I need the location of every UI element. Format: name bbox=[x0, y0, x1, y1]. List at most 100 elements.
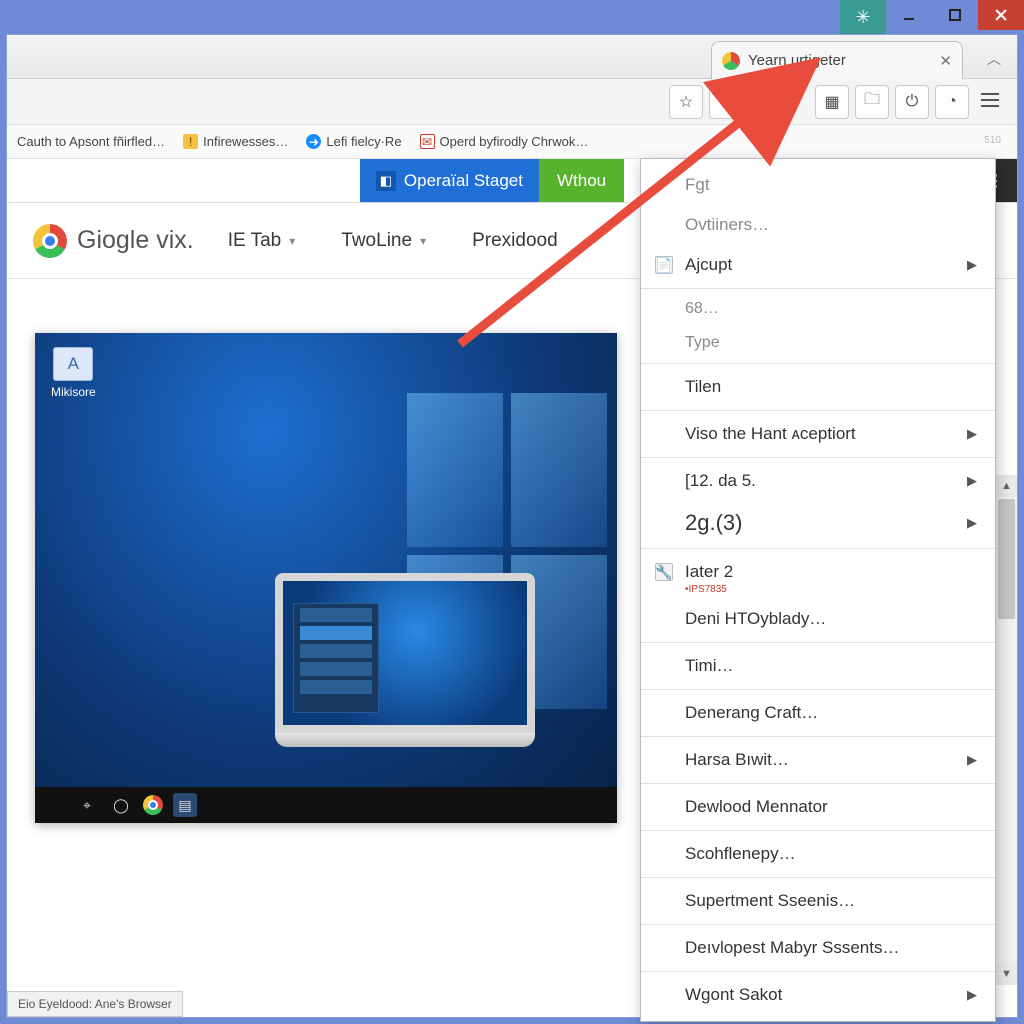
taskbar-chrome-icon[interactable] bbox=[143, 795, 163, 815]
clock-icon[interactable]: ◔ bbox=[935, 85, 969, 119]
menu-item-label: Dewlood Mennator bbox=[685, 797, 828, 817]
site-brand-text: Giogle vix. bbox=[77, 226, 194, 255]
tab-favicon-icon bbox=[722, 52, 740, 70]
menu-item-label: Deıvlopest Mabyr Sssents… bbox=[685, 938, 899, 958]
menu-item-label: Iater 2 bbox=[685, 562, 733, 582]
menu-item-label: Deni HTOyblady… bbox=[685, 609, 826, 629]
menu-hamburger-icon[interactable] bbox=[975, 85, 1005, 115]
power-icon[interactable]: ⏻ bbox=[895, 85, 929, 119]
menu-item[interactable]: Timi… bbox=[641, 646, 995, 686]
bookmarks-tiny-label: 510 bbox=[984, 135, 1001, 146]
menu-item[interactable]: Wgont Sakot ▶ bbox=[641, 975, 995, 1015]
chrome-logo-icon bbox=[33, 224, 67, 258]
menu-item-label: 68… bbox=[685, 300, 719, 318]
site-brand[interactable]: Giogle vix. bbox=[33, 224, 194, 258]
menu-separator bbox=[641, 457, 995, 458]
site-nav-link[interactable]: IE Tab ▾ bbox=[228, 230, 296, 252]
menu-item[interactable]: Dewlood Mennator bbox=[641, 787, 995, 827]
menu-item[interactable]: Fgt bbox=[641, 165, 995, 205]
menu-separator bbox=[641, 830, 995, 831]
menu-item[interactable]: Scohflenepy… bbox=[641, 834, 995, 874]
menu-item[interactable]: Deni HTOyblady… bbox=[641, 599, 995, 639]
grid-icon[interactable]: ▦ bbox=[815, 85, 849, 119]
submenu-arrow-icon: ▶ bbox=[967, 257, 977, 273]
menu-item[interactable]: Deıvlopest Mabyr Sssents… bbox=[641, 928, 995, 968]
laptop-graphic bbox=[275, 573, 535, 747]
bookmark-label: Infirewesses… bbox=[203, 134, 288, 149]
tab-title: Yearn urtigeter bbox=[748, 52, 931, 69]
menu-item-label: 2g.(3) bbox=[685, 510, 742, 536]
menu-item[interactable]: Denerang Craft… bbox=[641, 693, 995, 733]
desktop-folder[interactable]: A Mikisore bbox=[51, 347, 96, 399]
taskbar-app-icon[interactable]: ▤ bbox=[173, 793, 197, 817]
menu-separator bbox=[641, 783, 995, 784]
tab-close-icon[interactable]: ✕ bbox=[939, 52, 952, 70]
bookmark-item[interactable]: ➜ Lefi fielcy·Re bbox=[306, 134, 401, 149]
menu-separator bbox=[641, 689, 995, 690]
maximize-button[interactable] bbox=[932, 0, 978, 30]
menu-item[interactable]: 📄 Ajcupt ▶ bbox=[641, 245, 995, 285]
desktop-folder-label: Mikisore bbox=[51, 385, 96, 399]
site-nav-label: IE Tab bbox=[228, 230, 282, 252]
tab-overflow-icon[interactable]: ︿ bbox=[987, 49, 1001, 69]
menu-item[interactable]: Harsa Bıwit… ▶ bbox=[641, 740, 995, 780]
home-icon[interactable]: ⌂ bbox=[749, 85, 783, 119]
menu-item[interactable]: Type bbox=[641, 326, 995, 360]
bookmark-item[interactable]: Cauth to Apsont fñirfled… bbox=[17, 134, 165, 149]
menu-item-label: Tilen bbox=[685, 377, 721, 397]
browser-toolbar: ☆ ☆ ⌂ ▦ 🗀 ⏻ ◔ bbox=[7, 79, 1017, 125]
menu-item[interactable]: Supertment Sseenis… bbox=[641, 881, 995, 921]
menu-item-label: Timi… bbox=[685, 656, 733, 676]
bookmark-item[interactable]: ✉ Operd byfirodly Chrwok… bbox=[420, 134, 589, 149]
menu-item-label: Ajcupt bbox=[685, 255, 732, 275]
site-nav-link[interactable]: TwoLine ▾ bbox=[341, 230, 426, 252]
menu-item[interactable]: 🔧 Iater 2 bbox=[641, 552, 995, 592]
submenu-arrow-icon: ▶ bbox=[967, 752, 977, 768]
minimize-button[interactable] bbox=[886, 0, 932, 30]
menu-item[interactable]: Tilen bbox=[641, 367, 995, 407]
site-nav-link[interactable]: Prexidood bbox=[472, 230, 558, 252]
chevron-down-icon: ▾ bbox=[289, 234, 295, 248]
bookmark-item[interactable]: ! Infirewesses… bbox=[183, 134, 288, 149]
menu-item[interactable]: 2g.(3) ▶ bbox=[641, 501, 995, 545]
menu-item[interactable]: Viso the Hant ᴀceptiort ▶ bbox=[641, 414, 995, 454]
folder-icon: A bbox=[53, 347, 93, 381]
taskbar-search-icon[interactable]: ⌖ bbox=[75, 793, 99, 817]
folder-icon[interactable]: 🗀 bbox=[855, 85, 889, 119]
submenu-arrow-icon: ▶ bbox=[967, 515, 977, 531]
scroll-thumb[interactable] bbox=[998, 499, 1015, 619]
bookmark-label: Lefi fielcy·Re bbox=[326, 134, 401, 149]
close-button[interactable] bbox=[978, 0, 1024, 30]
vertical-scrollbar[interactable]: ▲ ▼ bbox=[995, 475, 1017, 985]
status-bar: Eio Eyeldood: Ane's Browser bbox=[7, 991, 183, 1017]
menu-separator bbox=[641, 971, 995, 972]
site-header-blue-button[interactable]: ◧Operaïal Staget bbox=[360, 159, 539, 202]
menu-separator bbox=[641, 736, 995, 737]
site-header-green-button[interactable]: Wthou bbox=[539, 159, 624, 202]
status-text: Eio Eyeldood: Ane's Browser bbox=[18, 997, 172, 1011]
star-bookmark-icon[interactable]: ☆ bbox=[709, 85, 743, 119]
scroll-down-icon[interactable]: ▼ bbox=[996, 963, 1017, 985]
menu-item[interactable]: [12. da 5. ▶ bbox=[641, 461, 995, 501]
menu-item-label: Denerang Craft… bbox=[685, 703, 818, 723]
bookmarks-bar: Cauth to Apsont fñirfled… ! Infirewesses… bbox=[7, 125, 1017, 159]
menu-separator bbox=[641, 288, 995, 289]
submenu-arrow-icon: ▶ bbox=[967, 426, 977, 442]
desktop-taskbar: ⌖ ◯ ▤ bbox=[35, 787, 617, 823]
browser-tab[interactable]: Yearn urtigeter ✕ bbox=[711, 41, 963, 79]
scroll-up-icon[interactable]: ▲ bbox=[996, 475, 1017, 497]
menu-item-label: [12. da 5. bbox=[685, 471, 756, 491]
submenu-arrow-icon: ▶ bbox=[967, 473, 977, 489]
submenu-arrow-icon: ▶ bbox=[967, 987, 977, 1003]
menu-item[interactable]: Ovtiiners… bbox=[641, 205, 995, 245]
bookmark-icon: ➜ bbox=[306, 134, 321, 149]
star-outline-icon[interactable]: ☆ bbox=[669, 85, 703, 119]
menu-item-label: Harsa Bıwit… bbox=[685, 750, 789, 770]
menu-item[interactable]: 68… bbox=[641, 292, 995, 326]
desktop-screenshot: A Mikisore ⌖ ◯ ▤ bbox=[35, 333, 617, 823]
menu-separator bbox=[641, 410, 995, 411]
start-icon[interactable] bbox=[45, 795, 65, 815]
extension-titlebar-button[interactable]: ✳ bbox=[840, 0, 886, 34]
taskbar-circle-icon[interactable]: ◯ bbox=[109, 793, 133, 817]
menu-item-icon: 📄 bbox=[655, 256, 673, 274]
